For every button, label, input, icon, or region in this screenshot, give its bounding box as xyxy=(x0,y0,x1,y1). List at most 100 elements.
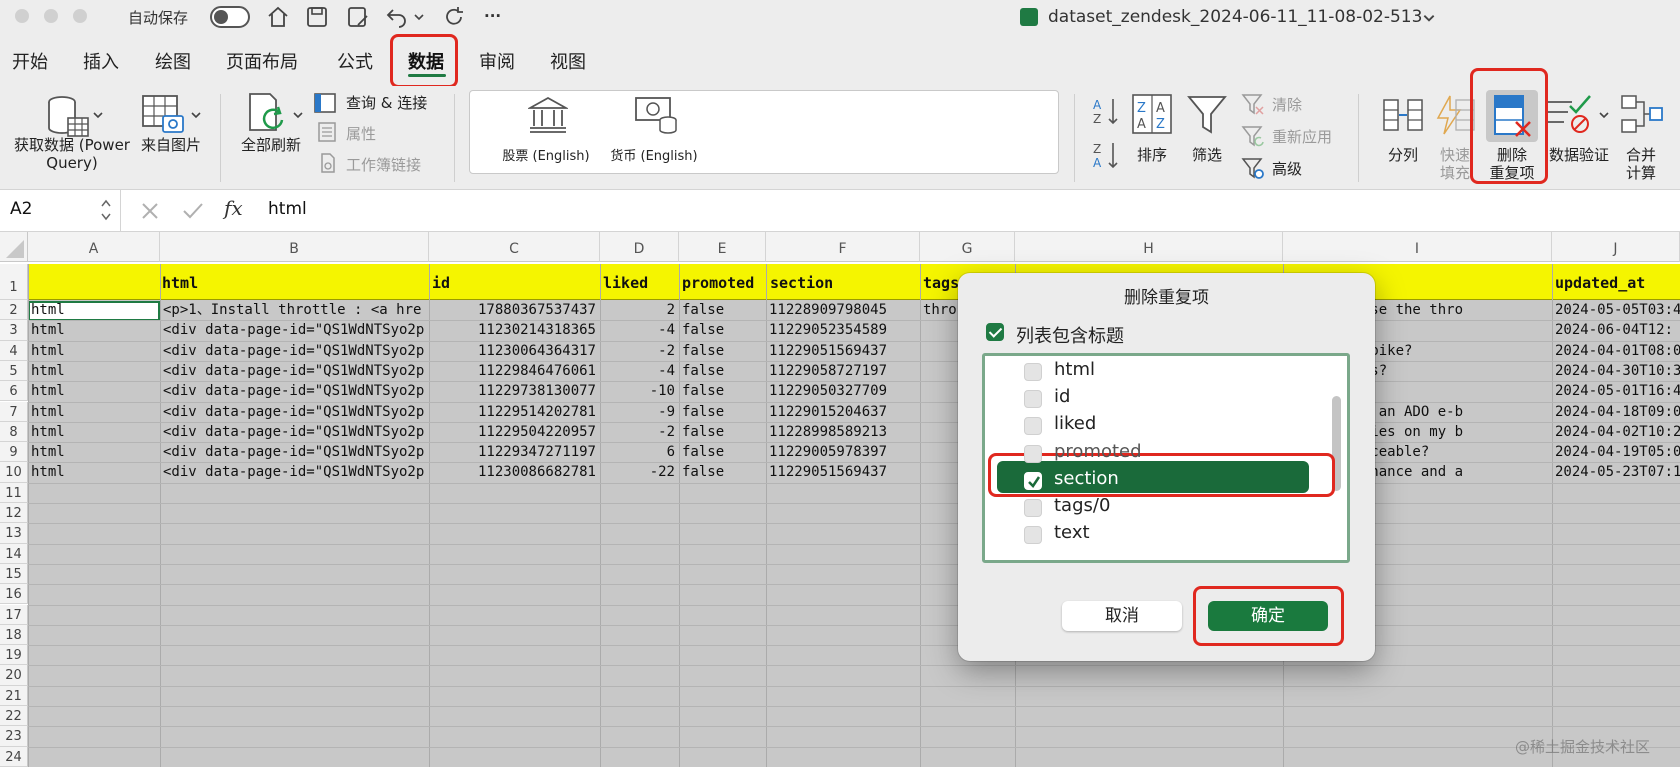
table-cell[interactable]: 11230214318365 xyxy=(429,320,600,340)
table-cell[interactable]: <div data-page-id="QS1WdNTSyo2p xyxy=(160,462,429,482)
table-cell[interactable]: 2024-04-01T08:0 xyxy=(1552,341,1680,361)
sort-ascending-icon[interactable]: AZ xyxy=(1092,96,1120,130)
advanced-button[interactable]: 高级 xyxy=(1272,158,1302,179)
table-cell[interactable]: 2024-04-19T05:0 xyxy=(1552,442,1680,462)
column-option-label[interactable]: tags/0 xyxy=(1054,495,1110,516)
select-all-corner[interactable] xyxy=(0,232,28,262)
table-cell[interactable]: 11229051569437 xyxy=(766,341,920,361)
row-header[interactable]: 20 xyxy=(0,665,28,686)
table-cell[interactable]: 11229005978397 xyxy=(766,442,920,462)
column-option-label[interactable]: text xyxy=(1054,522,1090,543)
save-icon[interactable] xyxy=(304,4,330,30)
table-cell[interactable]: 11228998589213 xyxy=(766,422,920,442)
header-cell-id[interactable]: id xyxy=(432,274,450,292)
table-cell[interactable]: 11229052354589 xyxy=(766,320,920,340)
cancel-formula-icon[interactable] xyxy=(140,201,160,225)
table-cell[interactable]: -10 xyxy=(600,381,679,401)
table-cell[interactable]: false xyxy=(679,422,766,442)
column-checkbox[interactable] xyxy=(1024,417,1042,436)
header-cell-promoted[interactable]: promoted xyxy=(682,274,754,292)
column-checkbox[interactable] xyxy=(1024,471,1042,490)
column-header-b[interactable]: B xyxy=(160,232,429,262)
table-cell[interactable]: html xyxy=(28,341,160,361)
undo-icon[interactable] xyxy=(384,4,410,30)
chevron-down-icon[interactable] xyxy=(292,106,304,125)
table-cell[interactable]: false xyxy=(679,442,766,462)
table-cell[interactable]: <div data-page-id="QS1WdNTSyo2p xyxy=(160,442,429,462)
row-header[interactable]: 10 xyxy=(0,462,28,483)
row-header[interactable]: 17 xyxy=(0,604,28,625)
column-header-h[interactable]: H xyxy=(1015,232,1283,262)
column-header-f[interactable]: F xyxy=(766,232,920,262)
formula-input[interactable]: html xyxy=(268,199,307,219)
table-cell[interactable]: html xyxy=(28,320,160,340)
filter-button[interactable]: 筛选 xyxy=(1183,146,1231,164)
table-cell[interactable]: 2024-04-18T09:0 xyxy=(1552,402,1680,422)
undo-dropdown-icon[interactable] xyxy=(412,4,426,30)
table-cell[interactable]: -2 xyxy=(600,422,679,442)
currency-button[interactable]: 货币 (English) xyxy=(604,148,704,166)
table-cell[interactable]: false xyxy=(679,320,766,340)
column-header-j[interactable]: J xyxy=(1552,232,1680,262)
table-cell[interactable]: 2024-05-23T07:1 xyxy=(1552,462,1680,482)
table-cell[interactable]: 2024-05-05T03:4 xyxy=(1552,300,1680,320)
table-cell[interactable]: <div data-page-id="QS1WdNTSyo2p xyxy=(160,402,429,422)
header-cell-html[interactable]: html xyxy=(162,274,198,292)
row-header[interactable]: 3 xyxy=(0,320,28,341)
column-header-a[interactable]: A xyxy=(28,232,160,262)
row-header[interactable]: 7 xyxy=(0,401,28,422)
redo-icon[interactable] xyxy=(441,4,467,30)
table-cell[interactable]: -22 xyxy=(600,462,679,482)
table-cell[interactable]: false xyxy=(679,361,766,381)
table-cell[interactable]: 11230064364317 xyxy=(429,341,600,361)
has-headers-checkbox[interactable] xyxy=(986,323,1004,341)
tab-home[interactable]: 开始 xyxy=(12,48,48,74)
table-cell[interactable]: 11229058727197 xyxy=(766,361,920,381)
table-cell[interactable]: 11229347271197 xyxy=(429,442,600,462)
table-cell[interactable]: false xyxy=(679,402,766,422)
tab-insert[interactable]: 插入 xyxy=(83,48,119,74)
table-cell[interactable]: 2024-04-02T10:2 xyxy=(1552,422,1680,442)
window-close-button[interactable] xyxy=(15,9,29,23)
properties-button[interactable]: 属性 xyxy=(346,123,376,144)
column-option-label[interactable]: promoted xyxy=(1054,441,1142,462)
table-cell[interactable]: 2 xyxy=(600,300,679,320)
table-cell[interactable]: -2 xyxy=(600,341,679,361)
tab-review[interactable]: 审阅 xyxy=(479,48,515,74)
workbook-links-button[interactable]: 工作簿链接 xyxy=(346,154,421,175)
tab-view[interactable]: 视图 xyxy=(550,48,586,74)
column-checkbox[interactable] xyxy=(1024,390,1042,409)
row-header[interactable]: 4 xyxy=(0,340,28,361)
table-cell[interactable]: 11229738130077 xyxy=(429,381,600,401)
query-connections-button[interactable]: 查询 & 连接 xyxy=(346,92,427,113)
column-header-e[interactable]: E xyxy=(679,232,766,262)
row-header[interactable]: 19 xyxy=(0,645,28,666)
table-cell[interactable]: <div data-page-id="QS1WdNTSyo2p xyxy=(160,361,429,381)
table-cell[interactable]: html xyxy=(28,462,160,482)
table-cell[interactable]: 11229050327709 xyxy=(766,381,920,401)
stocks-button[interactable]: 股票 (English) xyxy=(496,148,596,166)
table-cell[interactable]: -4 xyxy=(600,320,679,340)
table-cell[interactable]: 11229504220957 xyxy=(429,422,600,442)
row-header[interactable]: 6 xyxy=(0,381,28,402)
table-cell[interactable]: 11230086682781 xyxy=(429,462,600,482)
name-box[interactable]: A2 xyxy=(10,199,32,219)
row-header[interactable]: 11 xyxy=(0,482,28,503)
header-cell-section[interactable]: section xyxy=(770,274,833,292)
column-option-label[interactable]: liked xyxy=(1054,413,1096,434)
row-header[interactable]: 24 xyxy=(0,746,28,767)
column-checkbox[interactable] xyxy=(1024,526,1042,545)
column-checkbox[interactable] xyxy=(1024,444,1042,463)
row-header[interactable]: 9 xyxy=(0,442,28,463)
table-cell[interactable]: 11228909798045 xyxy=(766,300,920,320)
chevron-down-icon[interactable] xyxy=(92,106,104,125)
table-cell[interactable]: 2024-05-01T16:4 xyxy=(1552,381,1680,401)
row-header[interactable]: 13 xyxy=(0,523,28,544)
title-dropdown-icon[interactable] xyxy=(1422,10,1436,29)
window-minimize-button[interactable] xyxy=(44,9,58,23)
row-header[interactable]: 14 xyxy=(0,543,28,564)
table-cell[interactable]: html xyxy=(28,300,160,320)
name-box-stepper-icon[interactable] xyxy=(100,196,112,228)
table-cell[interactable]: <div data-page-id="QS1WdNTSyo2p xyxy=(160,341,429,361)
table-cell[interactable]: html xyxy=(28,442,160,462)
